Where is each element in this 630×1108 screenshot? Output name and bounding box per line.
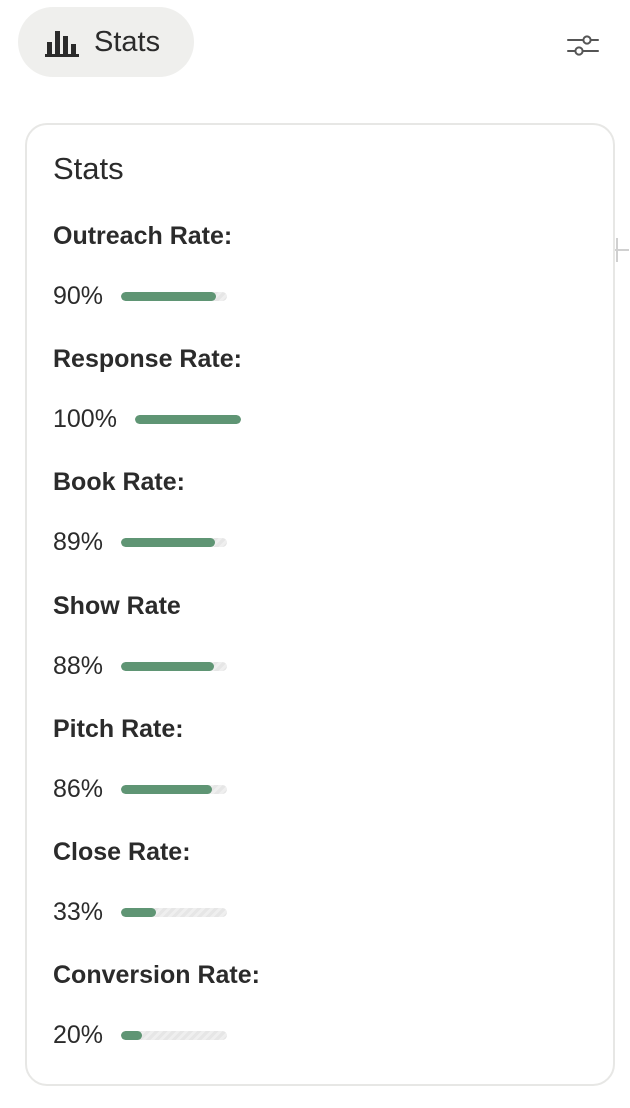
metric-label: Pitch Rate: xyxy=(53,714,184,743)
metric-item: Pitch Rate: 86% xyxy=(53,715,593,838)
metric-label: Conversion Rate: xyxy=(53,961,260,990)
metric-value-row: 88% xyxy=(53,651,228,681)
metric-value: 90% xyxy=(53,282,104,310)
stats-tab-label: Stats xyxy=(94,25,161,58)
metric-value-row: 20% xyxy=(53,1021,228,1050)
metric-item: Show Rate 88% xyxy=(53,592,593,715)
metric-item: Outreach Rate: 90% xyxy=(53,222,593,345)
progress-bar-fill xyxy=(121,907,157,917)
metric-value: 86% xyxy=(53,774,104,803)
progress-bar xyxy=(134,415,241,425)
progress-bar xyxy=(121,1031,228,1041)
metric-label: Book Rate: xyxy=(53,468,185,497)
metric-item: Conversion Rate: 20% xyxy=(53,961,593,1084)
metric-label: Outreach Rate: xyxy=(53,222,233,250)
progress-bar-fill xyxy=(121,292,217,301)
metric-value: 20% xyxy=(53,1021,104,1050)
stats-tab-button[interactable]: Stats xyxy=(18,7,194,77)
metric-value: 89% xyxy=(53,528,104,557)
progress-bar-fill xyxy=(134,415,241,425)
progress-bar-fill xyxy=(121,784,213,794)
stats-card: Stats Outreach Rate: 90% Response Rate: 100… xyxy=(25,123,615,1086)
sliders-icon[interactable] xyxy=(566,30,600,60)
progress-bar xyxy=(121,784,228,794)
metric-value-row: 33% xyxy=(53,897,228,927)
progress-bar xyxy=(121,661,228,671)
progress-bar xyxy=(121,907,228,917)
metric-value: 33% xyxy=(53,897,104,926)
metrics-list: Outreach Rate: 90% Response Rate: 100% Book … xyxy=(53,222,593,1084)
metric-value-row: 86% xyxy=(53,774,228,804)
bar-chart-icon xyxy=(45,31,79,57)
metric-value: 88% xyxy=(53,651,104,680)
progress-bar-fill xyxy=(121,661,215,671)
metric-item: Book Rate: 89% xyxy=(53,468,593,591)
metric-label: Response Rate: xyxy=(53,345,242,374)
progress-bar-fill xyxy=(121,1031,143,1041)
metric-item: Response Rate: 100% xyxy=(53,345,593,468)
metric-value: 100% xyxy=(53,405,117,434)
metric-label: Close Rate: xyxy=(53,837,191,866)
metric-item: Close Rate: 33% xyxy=(53,838,593,961)
metric-value-row: 100% xyxy=(53,405,241,434)
progress-bar-fill xyxy=(121,538,216,548)
metric-value-row: 90% xyxy=(53,282,228,311)
progress-bar xyxy=(121,292,228,301)
progress-bar xyxy=(121,538,228,548)
metric-label: Show Rate xyxy=(53,591,181,620)
card-title: Stats xyxy=(53,151,124,186)
metric-value-row: 89% xyxy=(53,528,228,557)
